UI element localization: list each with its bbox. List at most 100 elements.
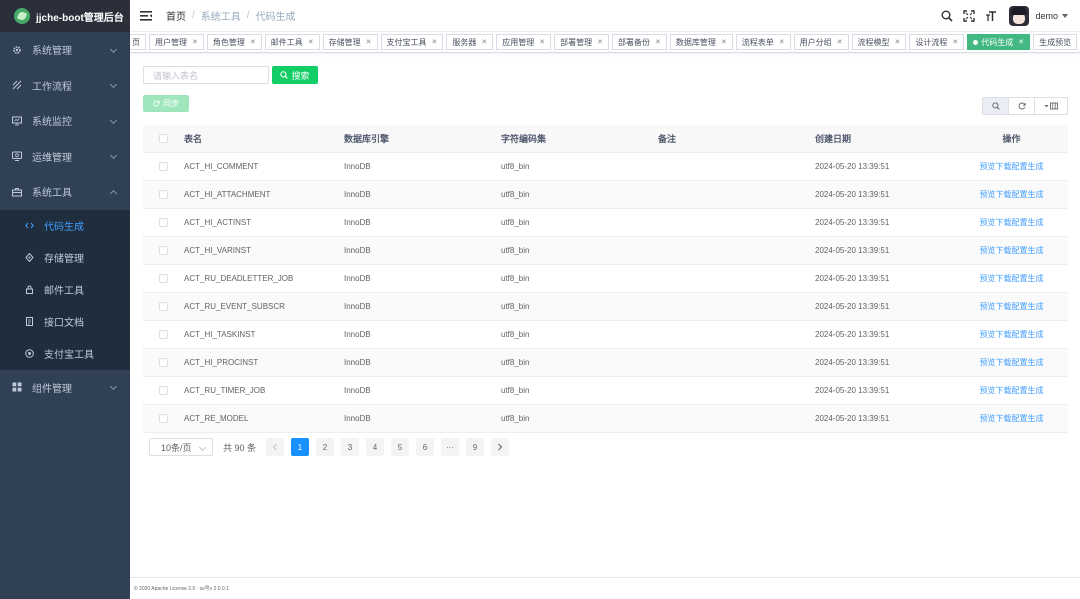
download-link[interactable]: 下载 — [996, 302, 1012, 311]
tag-6[interactable]: 支付宝工具 ✕ — [380, 34, 444, 50]
page-4-button[interactable]: 4 — [366, 438, 385, 456]
table-row[interactable]: ACT_HI_ACTINST InnoDB utf8_bin 2024-05-20 1… — [143, 209, 1068, 237]
tag-5[interactable]: 存储管理 ✕ — [322, 34, 378, 50]
caret-down-icon[interactable] — [1062, 14, 1068, 18]
close-icon[interactable]: ✕ — [250, 38, 256, 46]
sidebar-item-6[interactable]: 组件管理 — [0, 370, 130, 406]
table-row[interactable]: ACT_RE_MODEL InnoDB utf8_bin 2024-05-20 13:… — [143, 405, 1068, 433]
row-checkbox[interactable] — [159, 414, 168, 423]
config-link[interactable]: 配置 — [1012, 218, 1028, 227]
tag-1[interactable]: 页 — [130, 34, 146, 50]
page-9-button[interactable]: 9 — [466, 438, 485, 456]
close-icon[interactable]: ✕ — [432, 38, 438, 46]
row-checkbox[interactable] — [159, 302, 168, 311]
close-icon[interactable]: ✕ — [481, 38, 487, 46]
download-link[interactable]: 下载 — [996, 246, 1012, 255]
row-checkbox[interactable] — [159, 246, 168, 255]
sidebar-subitem-3[interactable]: 邮件工具 — [0, 274, 130, 306]
config-link[interactable]: 配置 — [1012, 358, 1028, 367]
tag-4[interactable]: 邮件工具 ✕ — [264, 34, 320, 50]
tag-17[interactable]: 生成预览 — [1033, 34, 1078, 50]
config-link[interactable]: 配置 — [1012, 302, 1028, 311]
download-link[interactable]: 下载 — [996, 386, 1012, 395]
generate-link[interactable]: 生成 — [1028, 246, 1044, 255]
tag-13[interactable]: 用户分组 ✕ — [793, 34, 849, 50]
download-link[interactable]: 下载 — [996, 358, 1012, 367]
table-row[interactable]: ACT_HI_VARINST InnoDB utf8_bin 2024-05-20 1… — [143, 237, 1068, 265]
page-5-button[interactable]: 5 — [391, 438, 410, 456]
tag-9[interactable]: 部署管理 ✕ — [554, 34, 609, 50]
table-row[interactable]: ACT_RU_EVENT_SUBSCR InnoDB utf8_bin 2024-05… — [143, 293, 1068, 321]
select-all-checkbox[interactable] — [159, 134, 168, 143]
row-checkbox[interactable] — [159, 330, 168, 339]
app-logo[interactable]: jjche-boot管理后台 — [0, 0, 130, 32]
sidebar-subitem-5[interactable]: 支付宝工具 — [0, 338, 130, 370]
sidebar-item-4[interactable]: 运维管理 — [0, 139, 130, 175]
close-icon[interactable]: ✕ — [721, 38, 727, 46]
download-link[interactable]: 下载 — [996, 274, 1012, 283]
generate-link[interactable]: 生成 — [1028, 218, 1044, 227]
close-icon[interactable]: ✕ — [1018, 38, 1024, 46]
close-icon[interactable]: ✕ — [539, 38, 545, 46]
close-icon[interactable]: ✕ — [655, 38, 661, 46]
config-link[interactable]: 配置 — [1012, 246, 1028, 255]
row-checkbox[interactable] — [159, 190, 168, 199]
page-2-button[interactable]: 2 — [316, 438, 335, 456]
preview-link[interactable]: 预览 — [980, 274, 996, 283]
columns-button[interactable] — [1034, 97, 1068, 115]
generate-link[interactable]: 生成 — [1028, 330, 1044, 339]
tag-10[interactable]: 部署备份 ✕ — [612, 34, 667, 50]
close-icon[interactable]: ✕ — [837, 38, 843, 46]
tag-8[interactable]: 应用管理 ✕ — [496, 34, 552, 50]
download-link[interactable]: 下载 — [996, 414, 1012, 423]
config-link[interactable]: 配置 — [1012, 190, 1028, 199]
preview-link[interactable]: 预览 — [980, 162, 996, 171]
refresh-button[interactable] — [1008, 97, 1035, 115]
config-link[interactable]: 配置 — [1012, 162, 1028, 171]
preview-link[interactable]: 预览 — [980, 190, 996, 199]
sidebar-subitem-4[interactable]: 接口文档 — [0, 306, 130, 338]
tag-15[interactable]: 设计流程 ✕ — [909, 34, 965, 50]
prev-page-button[interactable] — [266, 438, 285, 456]
sidebar-subitem-1[interactable]: 代码生成 — [0, 210, 130, 242]
config-link[interactable]: 配置 — [1012, 386, 1028, 395]
page-1-button[interactable]: 1 — [291, 438, 310, 456]
tag-12[interactable]: 流程表单 ✕ — [735, 34, 791, 50]
row-checkbox[interactable] — [159, 386, 168, 395]
search-button[interactable]: 搜索 — [272, 66, 318, 84]
next-page-button[interactable] — [491, 438, 510, 456]
preview-link[interactable]: 预览 — [980, 386, 996, 395]
sidebar-subitem-2[interactable]: 存储管理 — [0, 242, 130, 274]
more-pages-button[interactable]: ··· — [441, 438, 460, 456]
page-6-button[interactable]: 6 — [416, 438, 435, 456]
download-link[interactable]: 下载 — [996, 218, 1012, 227]
preview-link[interactable]: 预览 — [980, 246, 996, 255]
tag-3[interactable]: 角色管理 ✕ — [206, 34, 262, 50]
download-link[interactable]: 下载 — [996, 190, 1012, 199]
page-size-select[interactable]: 10条/页 — [149, 438, 213, 456]
avatar[interactable] — [1009, 6, 1030, 26]
hamburger-icon[interactable] — [140, 10, 152, 22]
sidebar-item-3[interactable]: 系统监控 — [0, 103, 130, 139]
close-icon[interactable]: ✕ — [952, 38, 958, 46]
preview-link[interactable]: 预览 — [980, 302, 996, 311]
row-checkbox[interactable] — [159, 162, 168, 171]
generate-link[interactable]: 生成 — [1028, 190, 1044, 199]
table-row[interactable]: ACT_HI_COMMENT InnoDB utf8_bin 2024-05-20 1… — [143, 153, 1068, 181]
tag-7[interactable]: 服务器 ✕ — [446, 34, 494, 50]
table-row[interactable]: ACT_RU_DEADLETTER_JOB InnoDB utf8_bin 2024-… — [143, 265, 1068, 293]
config-link[interactable]: 配置 — [1012, 274, 1028, 283]
sidebar-item-1[interactable]: 系统管理 — [0, 32, 130, 68]
generate-link[interactable]: 生成 — [1028, 162, 1044, 171]
preview-link[interactable]: 预览 — [980, 330, 996, 339]
toggle-search-button[interactable] — [982, 97, 1009, 115]
fullscreen-icon[interactable] — [963, 10, 976, 22]
generate-link[interactable]: 生成 — [1028, 414, 1044, 423]
close-icon[interactable]: ✕ — [308, 38, 314, 46]
table-row[interactable]: ACT_RU_TIMER_JOB InnoDB utf8_bin 2024-05-20… — [143, 377, 1068, 405]
tag-11[interactable]: 数据库管理 ✕ — [669, 34, 733, 50]
preview-link[interactable]: 预览 — [980, 358, 996, 367]
config-link[interactable]: 配置 — [1012, 330, 1028, 339]
generate-link[interactable]: 生成 — [1028, 274, 1044, 283]
preview-link[interactable]: 预览 — [980, 414, 996, 423]
